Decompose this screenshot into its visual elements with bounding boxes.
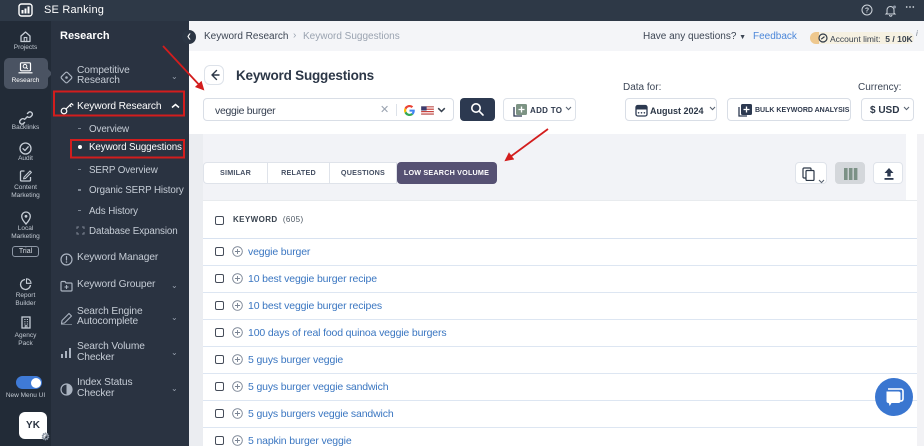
svg-text:?: ?	[865, 8, 869, 15]
